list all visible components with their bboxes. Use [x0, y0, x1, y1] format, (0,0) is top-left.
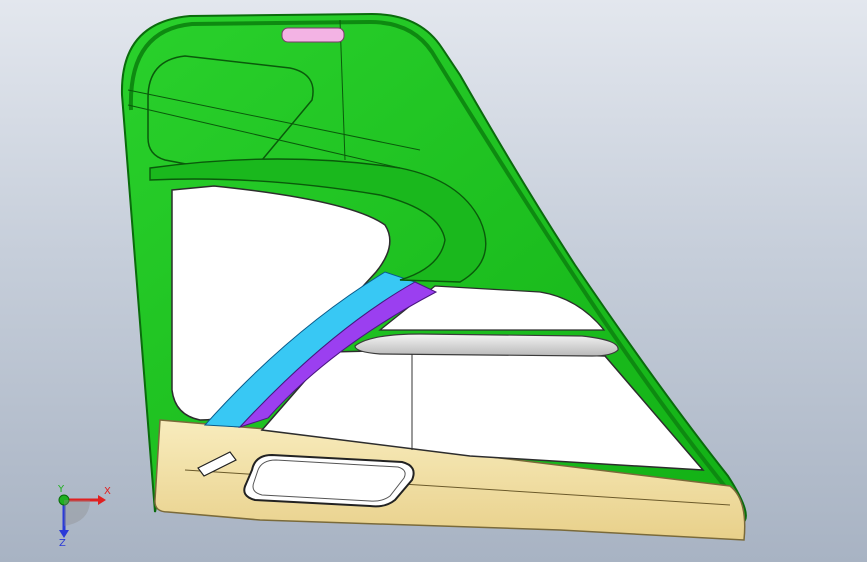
door-panel-model[interactable] — [0, 0, 867, 562]
axis-triad: X Y Z — [57, 484, 111, 546]
cad-viewport[interactable]: X Y Z — [0, 0, 867, 562]
pink-clip — [281, 27, 345, 43]
triad-plane — [64, 500, 90, 526]
armrest — [354, 333, 619, 357]
y-axis-label: Y — [57, 484, 65, 495]
x-axis-label: X — [104, 486, 111, 497]
z-axis-head — [59, 530, 69, 538]
z-axis-label: Z — [59, 538, 66, 546]
